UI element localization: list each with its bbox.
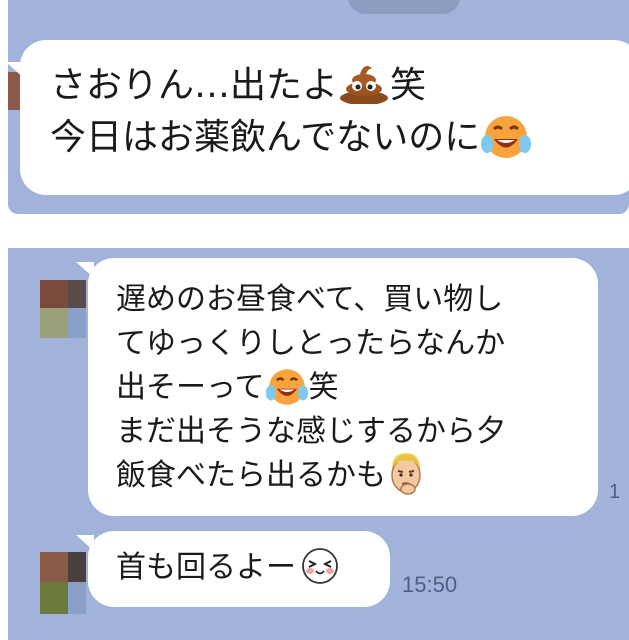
avatar-middle[interactable] <box>40 280 86 338</box>
message-text: 首も回るよー <box>116 550 296 585</box>
message-line: さおりん…出たよ 笑 <box>50 60 629 112</box>
avatar-block <box>68 308 86 338</box>
message-text: 出そーって <box>116 370 265 405</box>
message-bubble[interactable]: 遅めのお昼食べて、買い物し てゆっくりしとったらなんか 出そーって 笑 まだ出そ… <box>76 258 598 516</box>
avatar-block <box>40 582 68 614</box>
avatar-block <box>68 582 86 614</box>
message-line: まだ出そうな感じするから夕 <box>116 414 506 449</box>
bubble-tail <box>6 62 26 80</box>
avatar-block <box>40 280 68 308</box>
edge-timestamp-fragment: 1 <box>609 481 621 503</box>
message-text: 今日はお薬飲んでないのに <box>50 117 481 158</box>
bubble-tail <box>76 262 94 278</box>
message-text: 飯食べたら出るかも <box>116 458 386 493</box>
message-line: 遅めのお昼食べて、買い物し <box>116 282 504 317</box>
thinking-man-emoji-icon <box>386 451 426 495</box>
avatar-block <box>68 552 86 582</box>
message-timestamp: 15:50 <box>402 572 458 597</box>
message-bubble[interactable]: さおりん…出たよ 笑 今日はお薬飲んでないのに <box>6 40 629 195</box>
message-suffix: 笑 <box>390 65 427 106</box>
message-text: さおりん…出たよ <box>50 65 339 106</box>
happy-face-emoji-icon <box>300 547 340 585</box>
message-suffix: 笑 <box>308 370 339 405</box>
message-bubble[interactable]: 首も回るよー <box>76 531 390 607</box>
bubble-tail <box>76 535 94 551</box>
laughing-tears-emoji-icon <box>265 367 309 407</box>
avatar-bottom[interactable] <box>40 552 86 614</box>
avatar-block <box>68 280 86 308</box>
date-pill <box>348 0 460 14</box>
message-line: てゆっくりしとったらなんか <box>116 326 506 361</box>
poop-emoji-icon <box>338 64 390 105</box>
message-line: 飯食べたら出るかも <box>116 451 598 499</box>
avatar-block <box>40 552 68 582</box>
avatar-block <box>40 308 68 338</box>
laughing-tears-emoji-icon <box>480 114 532 160</box>
message-line: 出そーって 笑 <box>116 366 598 410</box>
message-line: 首も回るよー <box>116 546 390 590</box>
message-line: 今日はお薬飲んでないのに <box>50 112 629 164</box>
